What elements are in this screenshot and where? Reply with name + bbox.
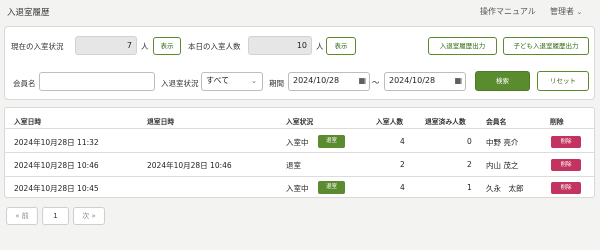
col-out-time: 退室日時 (147, 118, 175, 126)
status-filter-label: 入退室状況 (161, 79, 199, 88)
in-count-cell: 4 (400, 183, 405, 192)
calendar-icon[interactable]: ▦ (454, 73, 462, 89)
search-button[interactable]: 検索 (475, 71, 530, 91)
top-bar: 入退室履歴 操作マニュアル 管理者 ⌄ (0, 0, 600, 22)
chevron-down-icon: ⌄ (251, 77, 257, 85)
table-row: 2024年10月28日 11:32 入室中 退室 4 0 中野 亮介 削除 (5, 129, 594, 152)
col-in-count: 入室人数 (376, 118, 404, 126)
member-cell: 久永 太郎 (486, 184, 524, 193)
pagination: « 前 1 次 » (6, 207, 106, 227)
col-delete: 削除 (550, 118, 564, 126)
in-time-cell: 2024年10月28日 11:32 (14, 138, 99, 147)
date-to-value: 2024/10/28 (389, 76, 436, 85)
member-name-input[interactable] (39, 72, 155, 91)
reset-button[interactable]: リセット (537, 71, 589, 91)
table-row: 2024年10月28日 10:46 2024年10月28日 10:46 退室 2… (5, 153, 594, 176)
date-separator: 〜 (372, 78, 380, 87)
status-filter-select[interactable]: すべて ⌄ (201, 72, 263, 91)
page-title: 入退室履歴 (7, 8, 50, 18)
member-name-label: 会員名 (13, 79, 36, 88)
table-row: 2024年10月28日 10:45 入室中 退室 4 1 久永 太郎 削除 (5, 177, 594, 198)
out-time-cell: 2024年10月28日 10:46 (147, 161, 232, 170)
col-member: 会員名 (486, 118, 507, 126)
col-out-count: 退室済み人数 (425, 118, 466, 126)
admin-menu[interactable]: 管理者 ⌄ (550, 6, 582, 17)
manual-link[interactable]: 操作マニュアル (480, 6, 536, 17)
export-child-history-button[interactable]: 子ども入退室履歴出力 (503, 37, 589, 55)
in-time-cell: 2024年10月28日 10:46 (14, 161, 99, 170)
chevron-down-icon: ⌄ (576, 8, 583, 16)
delete-button[interactable]: 削除 (551, 136, 581, 148)
current-show-button[interactable]: 表示 (153, 37, 181, 55)
calendar-icon[interactable]: ▦ (358, 73, 366, 89)
status-cell: 退室 (286, 161, 301, 170)
status-filter-value: すべて (206, 76, 230, 85)
in-time-cell: 2024年10月28日 10:45 (14, 184, 99, 193)
date-from-input[interactable]: 2024/10/28 ▦ (288, 72, 370, 91)
today-show-button[interactable]: 表示 (326, 37, 356, 55)
delete-button[interactable]: 削除 (551, 159, 581, 171)
today-count-value: 10 (248, 36, 312, 55)
member-cell: 内山 茂之 (486, 161, 519, 170)
today-count-unit: 人 (316, 42, 324, 51)
in-count-cell: 2 (400, 160, 405, 169)
checkout-button[interactable]: 退室 (318, 181, 345, 194)
current-status-value: 7 (75, 36, 137, 55)
current-status-label: 現在の入室状況 (11, 42, 64, 51)
delete-button[interactable]: 削除 (551, 182, 581, 194)
out-count-cell: 1 (467, 183, 472, 192)
checkout-button[interactable]: 退室 (318, 135, 345, 148)
member-cell: 中野 亮介 (486, 138, 519, 147)
out-count-cell: 2 (467, 160, 472, 169)
col-status: 入室状況 (286, 118, 314, 126)
status-cell: 入室中 (286, 138, 309, 147)
out-count-cell: 0 (467, 137, 472, 146)
col-in-time: 入室日時 (14, 118, 42, 126)
in-count-cell: 4 (400, 137, 405, 146)
export-history-button[interactable]: 入退室履歴出力 (428, 37, 497, 55)
date-to-input[interactable]: 2024/10/28 ▦ (384, 72, 466, 91)
date-from-value: 2024/10/28 (293, 76, 340, 85)
current-status-unit: 人 (141, 42, 149, 51)
prev-page-button[interactable]: « 前 (6, 207, 38, 225)
filter-panel: 現在の入室状況 7 人 表示 本日の入室人数 10 人 表示 入退室履歴出力 子… (4, 26, 595, 100)
today-count-label: 本日の入室人数 (188, 42, 241, 51)
period-label: 期間 (269, 79, 284, 88)
status-cell: 入室中 (286, 184, 309, 193)
admin-label: 管理者 (550, 7, 574, 16)
page-button[interactable]: 1 (42, 207, 69, 225)
next-page-button[interactable]: 次 » (73, 207, 105, 225)
history-table: 入室日時 退室日時 入室状況 入室人数 退室済み人数 会員名 削除 2024年1… (4, 107, 595, 198)
